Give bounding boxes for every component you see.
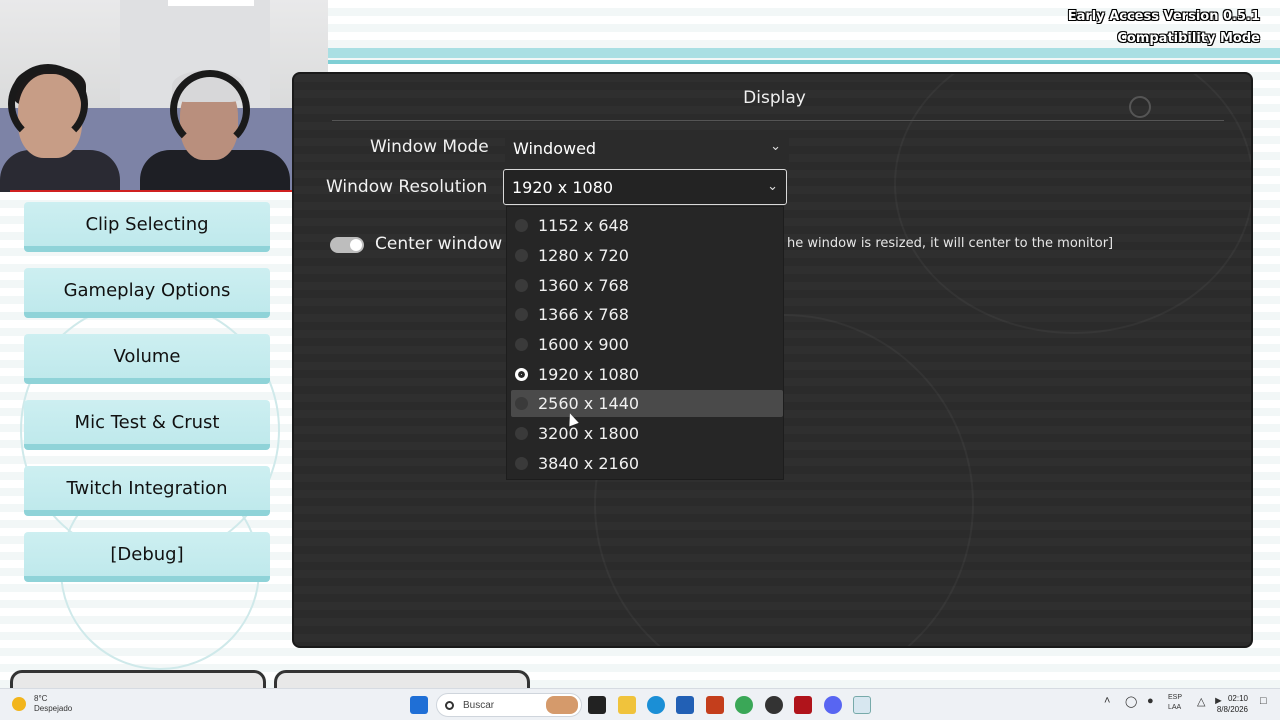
window-mode-dropdown[interactable]: Windowed ⌄ — [505, 130, 789, 166]
resolution-option-hovered[interactable]: 2560 x 1440 — [511, 390, 783, 417]
resolution-option[interactable]: 1360 x 768 — [511, 272, 783, 299]
webcam-border-accent — [10, 190, 310, 192]
loading-spinner-icon — [1129, 96, 1151, 118]
center-window-label: Center window — [375, 234, 503, 254]
search-icon — [445, 700, 454, 710]
weather-temperature: 8°C — [34, 694, 48, 703]
resolution-option-label: 1366 x 768 — [538, 305, 629, 324]
chevron-up-icon[interactable]: ˄ — [1104, 695, 1110, 707]
window-resolution-label: Window Resolution — [326, 177, 488, 197]
sidebar-item-mic-test[interactable]: Mic Test & Crust — [24, 400, 270, 450]
resolution-option-label: 1920 x 1080 — [538, 365, 640, 384]
resolution-option-label: 3200 x 1800 — [538, 424, 640, 443]
sidebar-item-volume[interactable]: Volume — [24, 334, 270, 384]
resolution-option[interactable]: 1152 x 648 — [511, 212, 783, 239]
panel-title: Display — [743, 88, 806, 108]
radio-icon — [515, 427, 528, 440]
chrome-icon[interactable] — [735, 696, 753, 714]
notifications-icon[interactable]: □ — [1260, 695, 1267, 707]
radio-selected-icon — [515, 368, 528, 381]
resolution-option-label: 2560 x 1440 — [538, 394, 640, 413]
window-resolution-value: 1920 x 1080 — [512, 177, 614, 197]
header-stripe-accent — [328, 60, 1280, 64]
compatibility-mode-text: Compatibility Mode — [1117, 31, 1260, 46]
resolution-option-label: 3840 x 2160 — [538, 454, 640, 473]
radio-icon — [515, 457, 528, 470]
edge-browser-icon[interactable] — [647, 696, 665, 714]
powerpoint-icon[interactable] — [706, 696, 724, 714]
sidebar-item-clip-selecting[interactable]: Clip Selecting — [24, 202, 270, 252]
file-explorer-icon[interactable] — [618, 696, 636, 714]
radio-icon — [515, 249, 528, 262]
resolution-option[interactable]: 3200 x 1800 — [511, 420, 783, 447]
resolution-option[interactable]: 3840 x 2160 — [511, 450, 783, 477]
headphones-icon — [170, 70, 250, 150]
weather-description: Despejado — [34, 704, 73, 713]
resolution-option[interactable]: 1366 x 768 — [511, 301, 783, 328]
resolution-option-label: 1280 x 720 — [538, 246, 629, 265]
window-mode-label: Window Mode — [370, 137, 489, 157]
resolution-option[interactable]: 1280 x 720 — [511, 242, 783, 269]
radio-icon — [515, 397, 528, 410]
center-window-hint: he window is resized, it will center to … — [787, 236, 1114, 251]
title-divider — [332, 120, 1224, 121]
resolution-option[interactable]: 1600 x 900 — [511, 331, 783, 358]
resolution-option-label: 1360 x 768 — [538, 276, 629, 295]
language-indicator[interactable]: ESP LAA — [1168, 693, 1182, 713]
radio-icon — [515, 219, 528, 232]
headphones-icon — [8, 64, 88, 144]
sidebar-item-twitch-integration[interactable]: Twitch Integration — [24, 466, 270, 516]
network-icon[interactable]: ◯ — [1125, 695, 1137, 708]
resolution-option-selected[interactable]: 1920 x 1080 — [511, 361, 783, 388]
language-code: ESP — [1168, 694, 1183, 701]
webcam-overlay — [0, 0, 328, 192]
sun-icon — [12, 697, 26, 711]
toggle-knob — [350, 239, 362, 251]
version-label: Early Access Version 0.5.1 Compatibility… — [1068, 6, 1260, 50]
clock-time: 02:10 — [1227, 694, 1248, 703]
weather-widget[interactable]: 8°C Despejado — [12, 694, 72, 714]
webcam-shelf — [168, 0, 254, 6]
window-resolution-dropdown[interactable]: 1920 x 1080 ⌄ — [503, 169, 787, 205]
search-highlight-icon — [546, 696, 578, 714]
windows-start-icon[interactable] — [410, 696, 428, 714]
recording-app-icon[interactable] — [794, 696, 812, 714]
center-window-toggle[interactable] — [330, 237, 364, 253]
task-view-icon[interactable] — [588, 696, 606, 714]
microphone-icon[interactable]: ● — [1147, 695, 1154, 707]
discord-icon[interactable] — [824, 696, 842, 714]
sidebar-item-debug[interactable]: [Debug] — [24, 532, 270, 582]
app-icon[interactable] — [765, 696, 783, 714]
radio-icon — [515, 338, 528, 351]
clock[interactable]: 02:10 8/8/2026 — [1217, 693, 1248, 715]
keyboard-layout: LAA — [1168, 704, 1182, 711]
chevron-down-icon: ⌄ — [770, 139, 781, 154]
resolution-option-label: 1600 x 900 — [538, 335, 629, 354]
resolution-options-list: 1152 x 648 1280 x 720 1360 x 768 1366 x … — [506, 206, 784, 480]
radio-icon — [515, 279, 528, 292]
search-placeholder: Buscar — [463, 699, 495, 711]
windows-taskbar: 8°C Despejado Buscar ˄ ◯ ● ESP LAA △ ► 0… — [0, 688, 1280, 720]
resolution-option-label: 1152 x 648 — [538, 216, 629, 235]
version-text: Early Access Version 0.5.1 — [1067, 9, 1260, 24]
window-mode-value: Windowed — [513, 138, 597, 158]
wifi-icon[interactable]: △ — [1197, 695, 1205, 708]
sidebar-item-gameplay-options[interactable]: Gameplay Options — [24, 268, 270, 318]
game-window-icon[interactable] — [853, 696, 871, 714]
chevron-down-icon: ⌄ — [767, 179, 778, 194]
radio-icon — [515, 308, 528, 321]
store-icon[interactable] — [676, 696, 694, 714]
clock-date: 8/8/2026 — [1216, 705, 1248, 714]
